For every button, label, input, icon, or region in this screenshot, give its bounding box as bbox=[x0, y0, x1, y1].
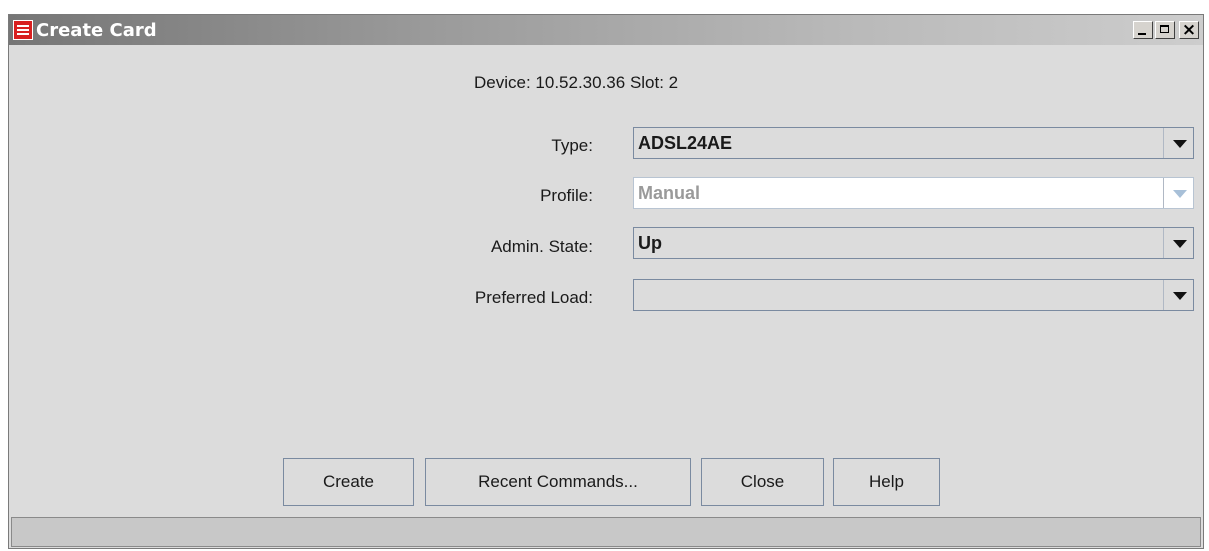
device-slot-info: Device: 10.52.30.36 Slot: 2 bbox=[474, 73, 679, 92]
profile-dropdown[interactable]: Manual bbox=[633, 177, 1194, 209]
type-dropdown-button[interactable] bbox=[1163, 128, 1193, 158]
profile-value: Manual bbox=[638, 183, 701, 203]
window-title: Create Card bbox=[36, 20, 157, 41]
create-card-window: Create Card × Device: 10.52.30.36 Slot: … bbox=[8, 14, 1204, 549]
close-button[interactable]: Close bbox=[701, 458, 824, 506]
admin-state-label: Admin. State: bbox=[490, 237, 593, 256]
create-button[interactable]: Create bbox=[283, 458, 414, 506]
preferred-load-label: Preferred Load: bbox=[474, 288, 593, 307]
maximize-icon bbox=[1160, 25, 1169, 33]
close-icon: × bbox=[1181, 20, 1197, 40]
close-window-button[interactable]: × bbox=[1179, 20, 1199, 40]
chevron-down-icon bbox=[1173, 190, 1187, 198]
minimize-icon bbox=[1138, 33, 1146, 35]
admin-state-dropdown-button[interactable] bbox=[1163, 228, 1193, 258]
admin-state-dropdown[interactable]: Up bbox=[633, 227, 1194, 259]
preferred-load-dropdown[interactable] bbox=[633, 279, 1194, 311]
status-bar bbox=[11, 517, 1201, 547]
type-label: Type: bbox=[551, 136, 593, 155]
preferred-load-dropdown-button[interactable] bbox=[1163, 280, 1193, 310]
app-icon[interactable] bbox=[13, 20, 33, 40]
maximize-button[interactable] bbox=[1155, 21, 1175, 39]
profile-label: Profile: bbox=[540, 186, 593, 205]
recent-commands-button[interactable]: Recent Commands... bbox=[425, 458, 691, 506]
chevron-down-icon bbox=[1173, 240, 1187, 248]
profile-dropdown-button[interactable] bbox=[1163, 178, 1193, 208]
type-dropdown[interactable]: ADSL24AE bbox=[633, 127, 1194, 159]
type-value: ADSL24AE bbox=[638, 133, 733, 153]
admin-state-value: Up bbox=[638, 233, 662, 253]
minimize-button[interactable] bbox=[1133, 21, 1153, 39]
chevron-down-icon bbox=[1173, 292, 1187, 300]
title-bar[interactable]: Create Card × bbox=[9, 15, 1203, 45]
chevron-down-icon bbox=[1173, 140, 1187, 148]
help-button[interactable]: Help bbox=[833, 458, 940, 506]
